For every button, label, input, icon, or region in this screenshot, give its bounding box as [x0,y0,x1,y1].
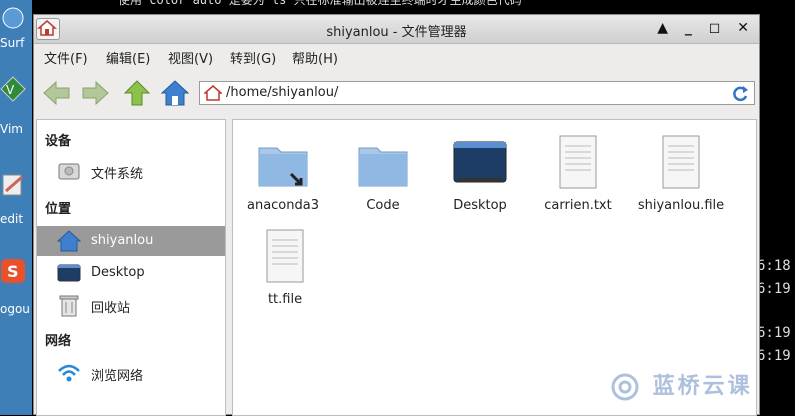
sidebar-item-trash[interactable]: 回收站 [37,290,225,320]
home-icon [204,85,222,101]
sidebar: 设备 文件系统 位置 shiyanlou Desktop 回收站 网络 浏览网络 [36,119,226,416]
file-name: shiyanlou.file [637,198,725,213]
folder-link-icon [258,147,308,187]
sidebar-item-label: 文件系统 [91,167,144,182]
sidebar-item-label: 回收站 [91,301,131,316]
desktop-shortcut-label: Surf [0,36,25,50]
desktop-launcher-strip: Surf V Vim edit S ogou [0,0,32,415]
desktop-shortcut-label: edit [0,212,24,226]
desktop-shortcut-sogou[interactable]: S ogou [0,258,32,316]
desktop-folder-icon [453,141,507,183]
drive-icon [58,163,80,180]
file-manager-window: shiyanlou - 文件管理器 ▲ _ ◻ ✕ 文件(F) 编辑(E) 视图… [33,14,760,416]
file-name: Desktop [453,198,507,213]
file-name: anaconda3 [246,198,319,213]
file-item[interactable]: tt.file [235,228,335,307]
sidebar-item-desktop[interactable]: Desktop [37,258,225,288]
vim-icon: V [0,76,26,102]
desktop-shortcut-gedit[interactable]: edit [0,172,32,226]
home-button[interactable] [160,79,190,107]
menu-go[interactable]: 转到(G) [230,48,276,67]
up-button[interactable] [122,79,152,107]
sidebar-heading-network: 网络 [45,334,72,349]
sidebar-item-label: 浏览网络 [91,369,144,384]
desktop-shortcut-label: ogou [0,302,30,316]
home-folder-icon [57,230,81,252]
text-file-icon [559,135,597,189]
back-arrow-icon [43,80,70,106]
menu-view[interactable]: 视图(V) [168,48,213,67]
sidebar-item-label: shiyanlou [91,233,154,248]
lanqiao-logo-icon [611,373,639,401]
terminal-timestamp: 6:19 [757,281,791,297]
menu-bar: 文件(F) 编辑(E) 视图(V) 转到(G) 帮助(H) [34,44,759,68]
forward-arrow-icon [82,80,109,106]
terminal-line: 使用 color auto 是要为 ls 只在标准输出被连至终端时才生成颜色代码 [118,0,522,7]
location-bar[interactable]: /home/shiyanlou/ [199,81,755,105]
window-title: shiyanlou - 文件管理器 [326,25,467,40]
text-file-icon [662,135,700,189]
menu-edit[interactable]: 编辑(E) [106,48,150,67]
forward-button[interactable] [80,79,110,107]
trash-icon [59,295,79,317]
sidebar-item-label: Desktop [91,265,145,280]
menu-file[interactable]: 文件(F) [44,48,88,67]
file-item[interactable]: carrien.txt [528,134,628,213]
terminal-timestamp: 6:19 [757,325,791,341]
desktop-shortcut-surf[interactable]: Surf [0,6,32,50]
window-titlebar[interactable]: shiyanlou - 文件管理器 ▲ _ ◻ ✕ [34,15,759,44]
network-icon [58,364,80,382]
refresh-icon[interactable] [731,85,749,103]
desktop-icon [57,264,81,282]
file-item[interactable]: shiyanlou.file [626,134,736,213]
terminal-timestamp: 6:18 [757,258,791,274]
sidebar-item-browse-network[interactable]: 浏览网络 [37,358,225,388]
toolbar: /home/shiyanlou/ [34,69,759,117]
gedit-icon [2,174,23,196]
desktop-shortcut-vim[interactable]: V Vim [0,76,32,136]
sidebar-item-filesystem[interactable]: 文件系统 [37,156,225,186]
svg-text:S: S [7,262,19,281]
sidebar-heading-places: 位置 [45,202,72,217]
file-item[interactable]: Code [333,134,433,213]
desktop-shortcut-label: Vim [0,122,23,136]
file-name: tt.file [267,292,303,307]
terminal-timestamp: 6:19 [757,348,791,364]
up-arrow-icon [123,80,151,106]
sidebar-item-shiyanlou[interactable]: shiyanlou [37,226,225,256]
home-icon [160,80,190,106]
file-item[interactable]: anaconda3 [233,134,333,213]
back-button[interactable] [42,79,72,107]
location-path: /home/shiyanlou/ [226,85,339,100]
watermark: 蓝桥云课 [608,368,753,401]
menu-help[interactable]: 帮助(H) [292,48,338,67]
text-file-icon [266,229,304,283]
sidebar-heading-devices: 设备 [45,134,72,149]
sogou-icon: S [1,259,25,283]
folder-icon [358,147,408,187]
file-name: Code [366,198,400,213]
watermark-text: 蓝桥云课 [652,374,753,399]
svg-text:V: V [6,83,15,97]
file-name: carrien.txt [544,198,612,213]
window-controls[interactable]: ▲ _ ◻ ✕ [657,20,755,36]
surf-icon [2,7,24,29]
file-item[interactable]: Desktop [430,134,530,213]
